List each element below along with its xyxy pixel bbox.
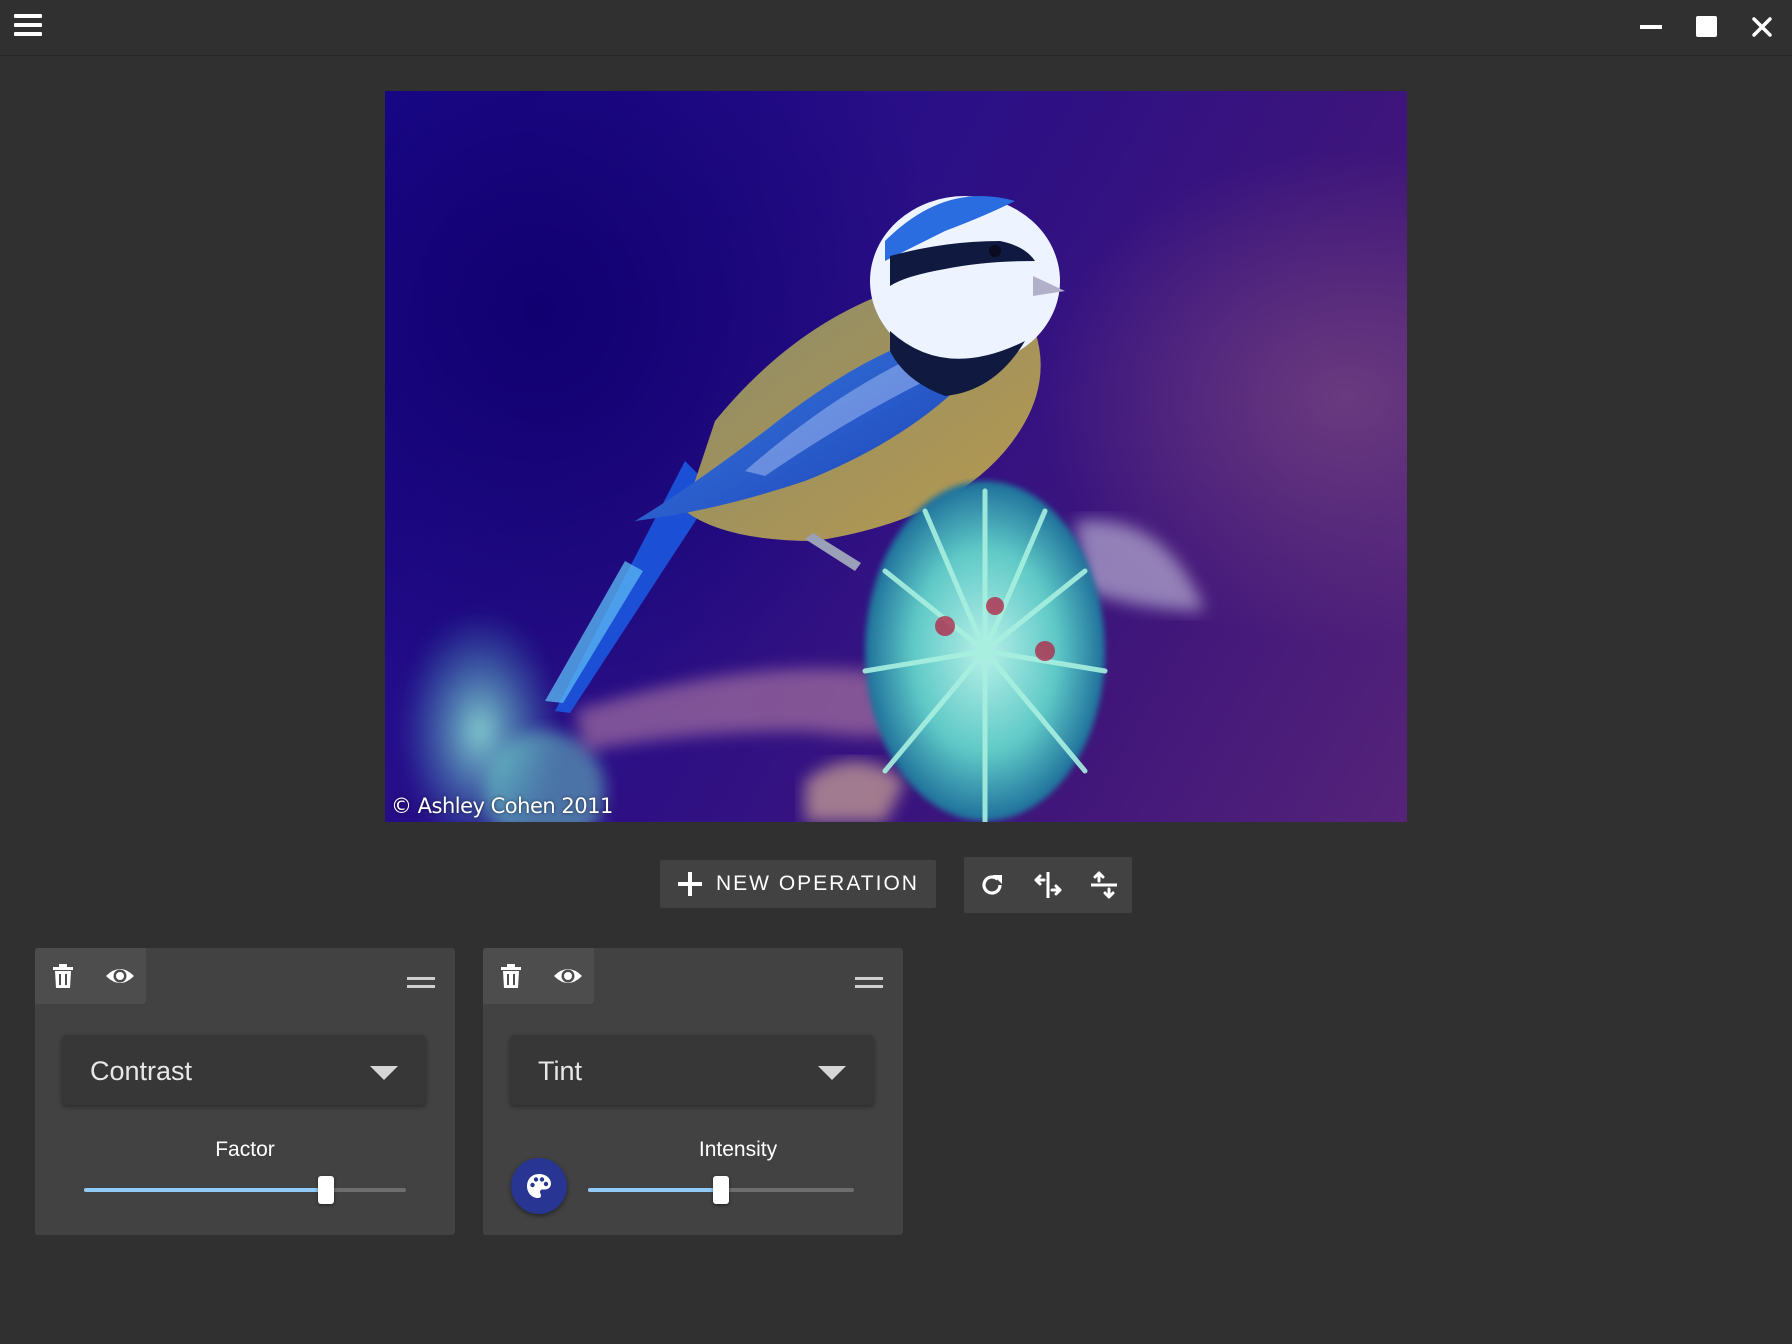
plus-icon — [678, 872, 702, 896]
photo-copyright: © Ashley Cohen 2011 — [391, 794, 613, 818]
flip-horizontal-icon[interactable] — [1034, 871, 1062, 899]
delete-icon[interactable] — [49, 962, 77, 990]
factor-label: Factor — [215, 1138, 275, 1161]
title-bar — [0, 0, 1792, 56]
image-actions-group — [964, 857, 1132, 913]
bird-photo — [400, 196, 1205, 822]
rotate-icon[interactable] — [978, 871, 1006, 899]
chevron-down-icon — [818, 1066, 846, 1080]
slider-thumb[interactable] — [713, 1176, 729, 1204]
new-operation-label: NEW OPERATION — [716, 872, 919, 895]
card-actions — [35, 948, 146, 1004]
slider-thumb[interactable] — [317, 1176, 334, 1204]
hamburger-menu-icon[interactable] — [14, 14, 42, 40]
slider-fill — [588, 1188, 721, 1192]
slider-fill — [84, 1188, 326, 1192]
factor-slider[interactable] — [84, 1176, 406, 1204]
delete-icon[interactable] — [497, 962, 525, 990]
close-icon[interactable] — [1749, 14, 1775, 40]
palette-icon — [527, 1174, 551, 1198]
maximize-icon[interactable] — [1694, 14, 1720, 40]
intensity-slider[interactable] — [588, 1176, 854, 1204]
drag-handle-icon[interactable] — [407, 977, 435, 989]
operation-type-select[interactable]: Contrast — [62, 1035, 426, 1105]
chevron-down-icon — [370, 1066, 398, 1080]
minimize-icon[interactable] — [1638, 14, 1664, 40]
new-operation-button[interactable]: NEW OPERATION — [660, 860, 936, 908]
flip-vertical-icon[interactable] — [1090, 871, 1118, 899]
image-preview: © Ashley Cohen 2011 — [385, 91, 1407, 822]
operation-type-select[interactable]: Tint — [510, 1035, 874, 1105]
operation-card-tint: Tint Intensity — [483, 948, 903, 1235]
card-actions — [483, 948, 594, 1004]
operation-type-value: Tint — [538, 1056, 583, 1086]
visibility-eye-icon[interactable] — [553, 962, 582, 990]
operation-type-value: Contrast — [90, 1056, 193, 1086]
intensity-label: Intensity — [698, 1138, 778, 1161]
operation-card-contrast: Contrast Factor — [35, 948, 455, 1235]
tint-color-picker-button[interactable] — [511, 1158, 567, 1214]
visibility-eye-icon[interactable] — [105, 962, 134, 990]
drag-handle-icon[interactable] — [855, 977, 883, 989]
